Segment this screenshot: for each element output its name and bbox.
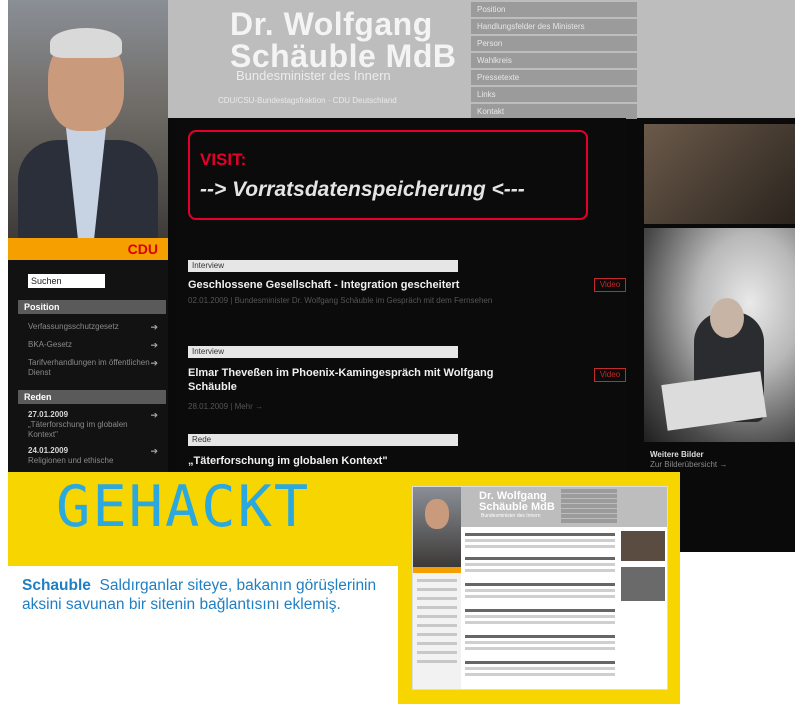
article-meta: 02.01.2009 | Bundesminister Dr. Wolfgang… bbox=[188, 296, 493, 305]
more-photos-title: Weitere Bilder bbox=[650, 450, 704, 459]
sidebar-heading-position: Position bbox=[18, 300, 166, 314]
headline: GEHACKT bbox=[56, 474, 311, 540]
thumb-title-line2: Schäuble MdB bbox=[479, 501, 555, 513]
article-category: Rede bbox=[188, 434, 458, 446]
nav-item-kontakt[interactable]: Kontakt bbox=[471, 104, 637, 119]
article-meta[interactable]: 28.01.2009 | Mehr → bbox=[188, 402, 518, 412]
news-date: 24.01.2009 bbox=[28, 446, 69, 455]
arrow-icon: ➔ bbox=[150, 446, 158, 456]
nav-item-person[interactable]: Person bbox=[471, 36, 637, 51]
article-title[interactable]: „Täterforschung im globalen Kontext" bbox=[188, 454, 518, 468]
nav-item-handlungsfelder[interactable]: Handlungsfelder des Ministers bbox=[471, 19, 637, 34]
article-title[interactable]: Elmar Theveßen im Phoenix-Kamingespräch … bbox=[188, 366, 518, 394]
thumb-subtitle: Bundesminister des Innern bbox=[481, 513, 541, 519]
article-category: Interview bbox=[188, 260, 458, 272]
news-item[interactable]: 24.01.2009 Religionen und ethische ➔ bbox=[28, 446, 158, 466]
photo-minister-desk[interactable] bbox=[644, 124, 795, 224]
sidebar-link[interactable]: Tarifverhandlungen im öffentlichen Diens… bbox=[28, 358, 158, 378]
hacked-visit-box[interactable]: VISIT: --> Vorratsdatenspeicherung <--- bbox=[188, 130, 588, 220]
arrow-icon: ➔ bbox=[150, 340, 158, 350]
more-photos-link[interactable]: Zur Bilderübersicht → bbox=[650, 460, 727, 469]
visit-label: VISIT: bbox=[200, 150, 247, 169]
article-title[interactable]: Geschlossene Gesellschaft - Integration … bbox=[188, 278, 518, 292]
article-category: Interview bbox=[188, 346, 458, 358]
nav-item-wahlkreis[interactable]: Wahlkreis bbox=[471, 53, 637, 68]
caption: Schauble Saldırganlar siteye, bakanın gö… bbox=[22, 576, 392, 614]
caption-bold: Schauble bbox=[22, 577, 91, 594]
video-badge[interactable]: Video bbox=[594, 368, 626, 382]
arrow-icon: ➔ bbox=[150, 358, 158, 368]
sidebar-heading-news: Reden bbox=[18, 390, 166, 404]
photo-minister-plane[interactable] bbox=[644, 228, 795, 442]
nav-item-pressetexte[interactable]: Pressetexte bbox=[471, 70, 637, 85]
cdu-logo-bar: CDU bbox=[8, 238, 168, 260]
minister-portrait bbox=[8, 0, 168, 240]
header-links[interactable]: CDU/CSU-Bundestagsfraktion · CDU Deutsch… bbox=[218, 96, 397, 105]
arrow-icon: ➔ bbox=[150, 410, 158, 420]
website-screenshot: Dr. Wolfgang Schäuble MdB Bundesminister… bbox=[8, 0, 795, 552]
video-badge[interactable]: Video bbox=[594, 278, 626, 292]
cdu-logo[interactable]: CDU bbox=[128, 241, 158, 257]
news-date: 27.01.2009 bbox=[28, 410, 69, 419]
visit-link[interactable]: --> Vorratsdatenspeicherung <--- bbox=[200, 178, 525, 202]
nav-item-position[interactable]: Position bbox=[471, 2, 637, 17]
top-navigation: Position Handlungsfelder des Ministers P… bbox=[471, 2, 637, 121]
thumbnail-screenshot: Dr. Wolfgang Schäuble MdB Bundesminister… bbox=[412, 486, 668, 690]
news-item[interactable]: 27.01.2009 „Täterforschung im globalen K… bbox=[28, 410, 158, 440]
site-title-line1[interactable]: Dr. Wolfgang bbox=[230, 8, 433, 40]
site-subtitle: Bundesminister des Innern bbox=[236, 68, 391, 83]
sidebar-link[interactable]: Verfassungsschutzgesetz ➔ bbox=[28, 322, 158, 332]
sidebar-link[interactable]: BKA-Gesetz ➔ bbox=[28, 340, 158, 350]
arrow-icon: ➔ bbox=[150, 322, 158, 332]
nav-item-links[interactable]: Links bbox=[471, 87, 637, 102]
search-input[interactable]: Suchen bbox=[28, 274, 105, 288]
